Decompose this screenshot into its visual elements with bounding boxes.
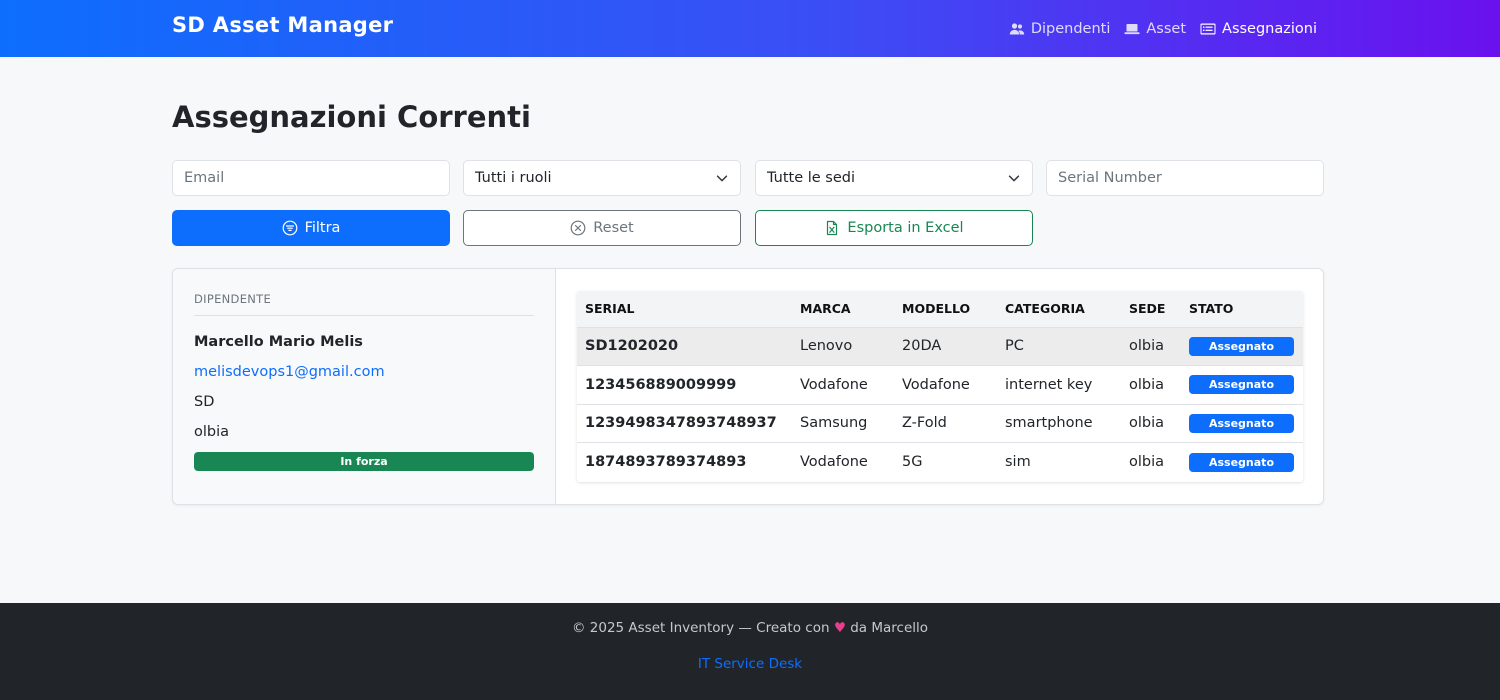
cell-marca: Vodafone — [800, 454, 868, 470]
serial-number-placeholder: Serial Number — [1058, 170, 1162, 186]
column-header: SERIAL — [585, 301, 635, 317]
employee-panel-header: DIPENDENTE — [194, 292, 272, 306]
cell-categoria: smartphone — [1005, 415, 1093, 432]
column-header: MODELLO — [902, 301, 971, 317]
filter-button[interactable]: Filtra — [172, 210, 450, 246]
chevron-down-icon — [1008, 175, 1020, 182]
cell-modello: 20DA — [902, 338, 942, 355]
serial-number-input[interactable]: Serial Number — [1046, 160, 1324, 196]
site-select[interactable]: Tutte le sedi — [755, 160, 1033, 196]
it-service-desk-link[interactable]: IT Service Desk — [698, 656, 802, 672]
cell-stato: Assegnato — [1181, 366, 1303, 405]
x-circle-icon — [570, 220, 586, 236]
brand-logo-text[interactable]: SD Asset Manager — [172, 13, 393, 37]
column-header: STATO — [1189, 301, 1234, 317]
employee-name: Marcello Mario Melis — [194, 334, 363, 350]
filter-button-label: Filtra — [304, 220, 341, 236]
laptop-icon — [1124, 23, 1140, 34]
status-badge: Assegnato — [1189, 375, 1294, 395]
footer-text-after: da Marcello — [850, 620, 929, 636]
cell-sede: olbia — [1129, 415, 1165, 432]
employee-site: olbia — [194, 424, 230, 440]
cell-marca: Vodafone — [800, 376, 868, 393]
heart-icon: ♥ — [833, 620, 846, 636]
reset-button-label: Reset — [593, 220, 634, 236]
cell-stato: Assegnato — [1181, 327, 1303, 366]
nav-link-label: Assegnazioni — [1222, 20, 1317, 37]
nav-links: Dipendenti Asset Assegnazioni — [1009, 0, 1317, 57]
email-placeholder: Email — [184, 170, 225, 186]
column-header: CATEGORIA — [1005, 301, 1085, 317]
cell-categoria: sim — [1005, 454, 1031, 470]
cell-serial: SD1202020 — [585, 338, 679, 355]
nav-link-label: Asset — [1146, 20, 1187, 37]
email-input[interactable]: Email — [172, 160, 450, 196]
page-title: Assegnazioni Correnti — [172, 100, 531, 134]
divider — [194, 315, 534, 316]
column-header: MARCA — [800, 301, 851, 317]
cell-marca: Samsung — [800, 415, 868, 432]
status-badge: Assegnato — [1189, 413, 1294, 433]
export-excel-button[interactable]: Esporta in Excel — [755, 210, 1033, 246]
reset-button[interactable]: Reset — [463, 210, 741, 246]
table-row[interactable]: 1874893789374893 Vodafone 5G sim olbia A… — [577, 442, 1303, 482]
employee-status-badge: In forza — [194, 452, 534, 471]
cell-categoria: internet key — [1005, 376, 1093, 393]
cell-sede: olbia — [1129, 454, 1165, 470]
employee-company: SD — [194, 394, 215, 410]
status-badge: Assegnato — [1189, 452, 1294, 472]
cell-modello: Vodafone — [902, 376, 970, 393]
footer-credits: © 2025 Asset Inventory — Creato con ♥ da… — [0, 620, 1500, 636]
role-select[interactable]: Tutti i ruoli — [463, 160, 741, 196]
export-button-label: Esporta in Excel — [847, 220, 964, 236]
column-header: SEDE — [1129, 301, 1166, 317]
cell-marca: Lenovo — [800, 338, 853, 355]
site-select-value: Tutte le sedi — [767, 170, 856, 186]
navbar: SD Asset Manager Dipendenti Asset Assegn… — [0, 0, 1500, 57]
footer-text-before: © 2025 Asset Inventory — Creato con — [571, 620, 830, 636]
cell-categoria: PC — [1005, 338, 1024, 355]
status-badge: Assegnato — [1189, 336, 1294, 356]
table-row[interactable]: 123456889009999 Vodafone Vodafone intern… — [577, 365, 1303, 405]
table-row[interactable]: 1239498347893748937 Samsung Z-Fold smart… — [577, 404, 1303, 443]
cell-serial: 123456889009999 — [585, 376, 737, 393]
cell-serial: 1874893789374893 — [585, 454, 747, 470]
assets-table: SERIAL MARCA MODELLO CATEGORIA SEDE STAT… — [577, 291, 1303, 481]
table-header-row: SERIAL MARCA MODELLO CATEGORIA SEDE STAT… — [577, 291, 1303, 327]
nav-link-dipendenti[interactable]: Dipendenti — [1009, 20, 1111, 37]
cell-stato: Assegnato — [1181, 404, 1303, 443]
role-select-value: Tutti i ruoli — [475, 170, 552, 186]
cell-modello: Z-Fold — [902, 415, 947, 432]
cell-stato: Assegnato — [1181, 443, 1303, 482]
footer-link-row: IT Service Desk — [0, 656, 1500, 672]
table-row[interactable]: SD1202020 Lenovo 20DA PC olbia Assegnato — [577, 327, 1303, 366]
assets-table-wrapper: SERIAL MARCA MODELLO CATEGORIA SEDE STAT… — [577, 291, 1303, 482]
chevron-down-icon — [716, 175, 728, 182]
nav-link-label: Dipendenti — [1030, 20, 1111, 37]
users-icon — [1009, 22, 1025, 34]
filter-icon — [282, 220, 297, 236]
cell-sede: olbia — [1129, 376, 1165, 393]
employee-email-link[interactable]: melisdevops1@gmail.com — [194, 364, 385, 380]
card-list-icon — [1200, 23, 1216, 34]
employee-panel: DIPENDENTE Marcello Mario Melis melisdev… — [173, 269, 556, 504]
excel-file-icon — [827, 220, 838, 236]
footer: © 2025 Asset Inventory — Creato con ♥ da… — [0, 603, 1500, 700]
nav-link-asset[interactable]: Asset — [1124, 21, 1186, 37]
nav-link-assegnazioni[interactable]: Assegnazioni — [1200, 21, 1317, 37]
cell-modello: 5G — [902, 454, 923, 470]
cell-serial: 1239498347893748937 — [585, 415, 777, 432]
cell-sede: olbia — [1129, 338, 1165, 355]
assignment-card: DIPENDENTE Marcello Mario Melis melisdev… — [172, 268, 1324, 505]
